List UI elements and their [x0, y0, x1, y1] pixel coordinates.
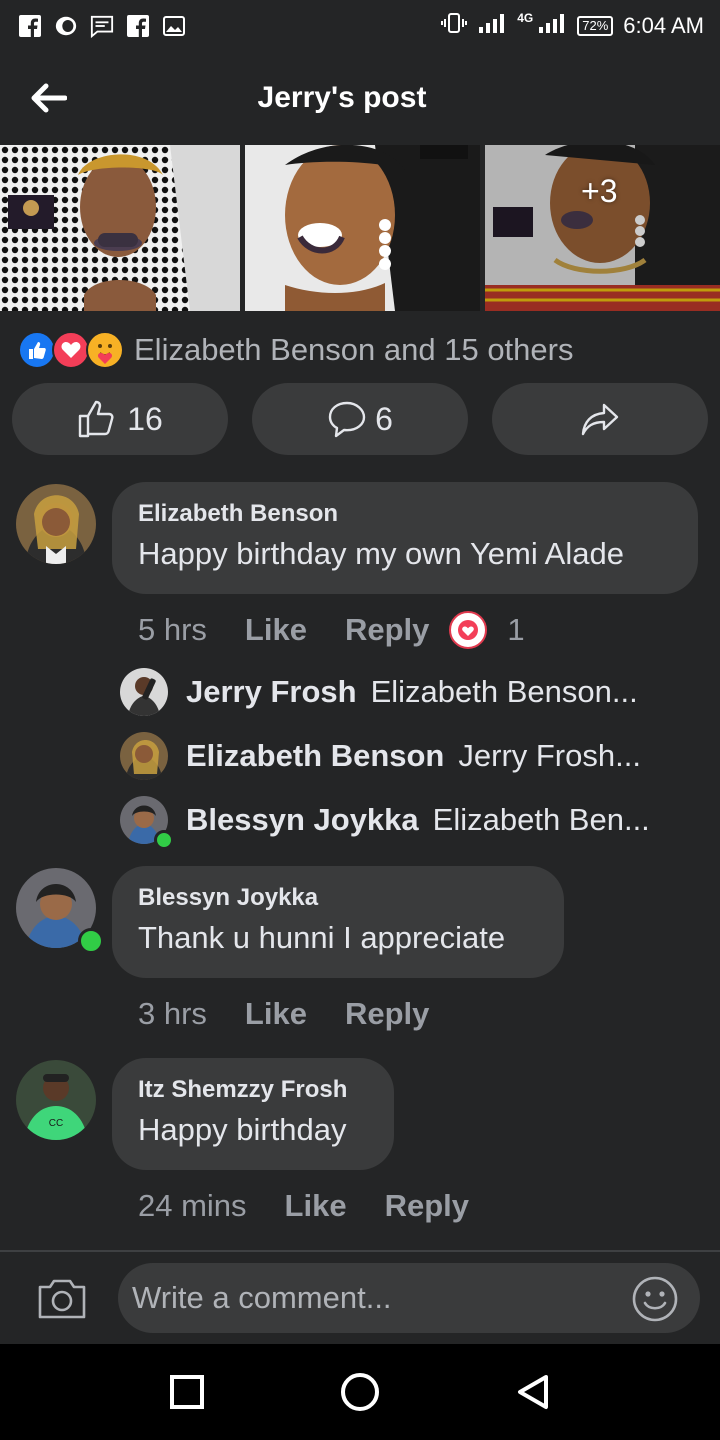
back-button[interactable]: [26, 76, 70, 120]
comment-meta: 3 hrs Like Reply: [138, 994, 467, 1034]
message-icon: [90, 14, 114, 38]
avatar[interactable]: CC: [16, 1060, 96, 1140]
reply-text: Jerry Frosh...: [458, 738, 641, 773]
back-arrow-icon: [31, 83, 67, 113]
gallery-icon: [162, 14, 186, 38]
reply-preview[interactable]: Jerry Frosh Elizabeth Benson...: [120, 666, 638, 718]
circle-icon: [340, 1373, 379, 1411]
comment-reply-button[interactable]: Reply: [345, 612, 429, 648]
reply-preview[interactable]: Blessyn Joykka Elizabeth Ben...: [120, 794, 650, 850]
emoji-button[interactable]: [630, 1274, 680, 1324]
vibrate-icon: [441, 11, 468, 41]
battery-indicator: 72%: [577, 16, 614, 36]
signal-icon: [537, 11, 567, 41]
avatar[interactable]: [120, 668, 168, 716]
system-status: 4G 72% 6:04 AM: [441, 11, 704, 41]
comment-text: Happy birthday my own Yemi Alade: [138, 536, 624, 571]
opera-icon: [54, 14, 78, 38]
comment-author[interactable]: Blessyn Joykka: [138, 884, 536, 912]
care-icon: [86, 331, 124, 369]
online-status-dot: [78, 928, 104, 954]
comment-reply-button[interactable]: Reply: [385, 1188, 469, 1224]
post-photo-grid: +3: [0, 145, 720, 311]
back-nav-button[interactable]: [503, 1362, 563, 1422]
comment-text: Happy birthday: [138, 1112, 347, 1147]
recents-button[interactable]: [157, 1362, 217, 1422]
reply-preview[interactable]: Elizabeth Benson Jerry Frosh...: [120, 730, 641, 782]
svg-text:CC: CC: [49, 1118, 63, 1129]
comment-text: Thank u hunni I appreciate: [138, 920, 506, 955]
avatar[interactable]: [120, 732, 168, 780]
reply-author[interactable]: Jerry Frosh: [186, 674, 357, 710]
more-photos-count[interactable]: +3: [581, 173, 617, 210]
comment-bubble[interactable]: Blessyn Joykka Thank u hunni I appreciat…: [112, 866, 564, 978]
like-button[interactable]: 16: [12, 383, 228, 455]
comment-button[interactable]: 6: [252, 383, 468, 455]
comment-meta: 24 mins Like Reply: [138, 1186, 507, 1226]
notification-icons: [18, 14, 186, 38]
online-status-dot: [154, 830, 174, 850]
network-type: 4G: [517, 11, 534, 25]
comment-like-button[interactable]: Like: [245, 996, 307, 1032]
love-icon: [52, 331, 90, 369]
comment-bubble[interactable]: Itz Shemzzy Frosh Happy birthday: [112, 1058, 394, 1170]
page-title: Jerry's post: [257, 81, 427, 114]
comment-time: 24 mins: [138, 1188, 247, 1223]
comment-author[interactable]: Itz Shemzzy Frosh: [138, 1076, 366, 1104]
comment-bubble[interactable]: Elizabeth Benson Happy birthday my own Y…: [112, 482, 698, 594]
comment-reaction-count: 1: [507, 612, 525, 647]
camera-icon: [38, 1279, 86, 1319]
reply-author[interactable]: Blessyn Joykka: [186, 802, 419, 838]
post-actions: 16 6: [12, 383, 708, 455]
comment-count: 6: [375, 400, 393, 437]
post-photo[interactable]: +3: [485, 145, 720, 311]
reactions-summary[interactable]: Elizabeth Benson and 15 others: [18, 330, 573, 370]
thumbs-up-icon: [79, 400, 114, 438]
comment-reply-button[interactable]: Reply: [345, 996, 429, 1032]
system-navigation-bar: [0, 1344, 720, 1440]
like-count: 16: [127, 400, 163, 437]
avatar[interactable]: [16, 484, 96, 564]
comment-time: 5 hrs: [138, 612, 207, 647]
signal-icon: [477, 11, 507, 41]
comment-author[interactable]: Elizabeth Benson: [138, 500, 670, 528]
reply-text: Elizabeth Benson...: [370, 674, 638, 709]
reply-avatar-wrap: [120, 796, 174, 850]
post-photo[interactable]: [245, 145, 480, 311]
comment-input[interactable]: [118, 1263, 700, 1333]
camera-button[interactable]: [34, 1274, 90, 1324]
smiley-icon: [632, 1276, 678, 1322]
home-button[interactable]: [330, 1362, 390, 1422]
love-icon[interactable]: [449, 611, 488, 649]
reply-text: Elizabeth Ben...: [432, 802, 650, 837]
comment-composer: [0, 1252, 720, 1344]
status-bar: 4G 72% 6:04 AM: [0, 0, 720, 52]
post-photo[interactable]: [0, 145, 240, 311]
share-icon: [581, 403, 619, 436]
clock: 6:04 AM: [623, 13, 704, 38]
like-icon: [18, 331, 56, 369]
share-button[interactable]: [492, 383, 708, 455]
reactions-summary-text: Elizabeth Benson and 15 others: [134, 332, 574, 367]
triangle-back-icon: [518, 1375, 549, 1409]
comment-like-button[interactable]: Like: [285, 1188, 347, 1224]
comment-meta: 5 hrs Like Reply 1: [138, 610, 525, 650]
comment-time: 3 hrs: [138, 996, 207, 1031]
app-header: Jerry's post: [0, 52, 720, 144]
square-icon: [169, 1375, 204, 1409]
reply-author[interactable]: Elizabeth Benson: [186, 738, 444, 774]
facebook-icon: [126, 14, 150, 38]
comment-like-button[interactable]: Like: [245, 612, 307, 648]
facebook-icon: [18, 14, 42, 38]
comment-icon: [328, 401, 366, 438]
